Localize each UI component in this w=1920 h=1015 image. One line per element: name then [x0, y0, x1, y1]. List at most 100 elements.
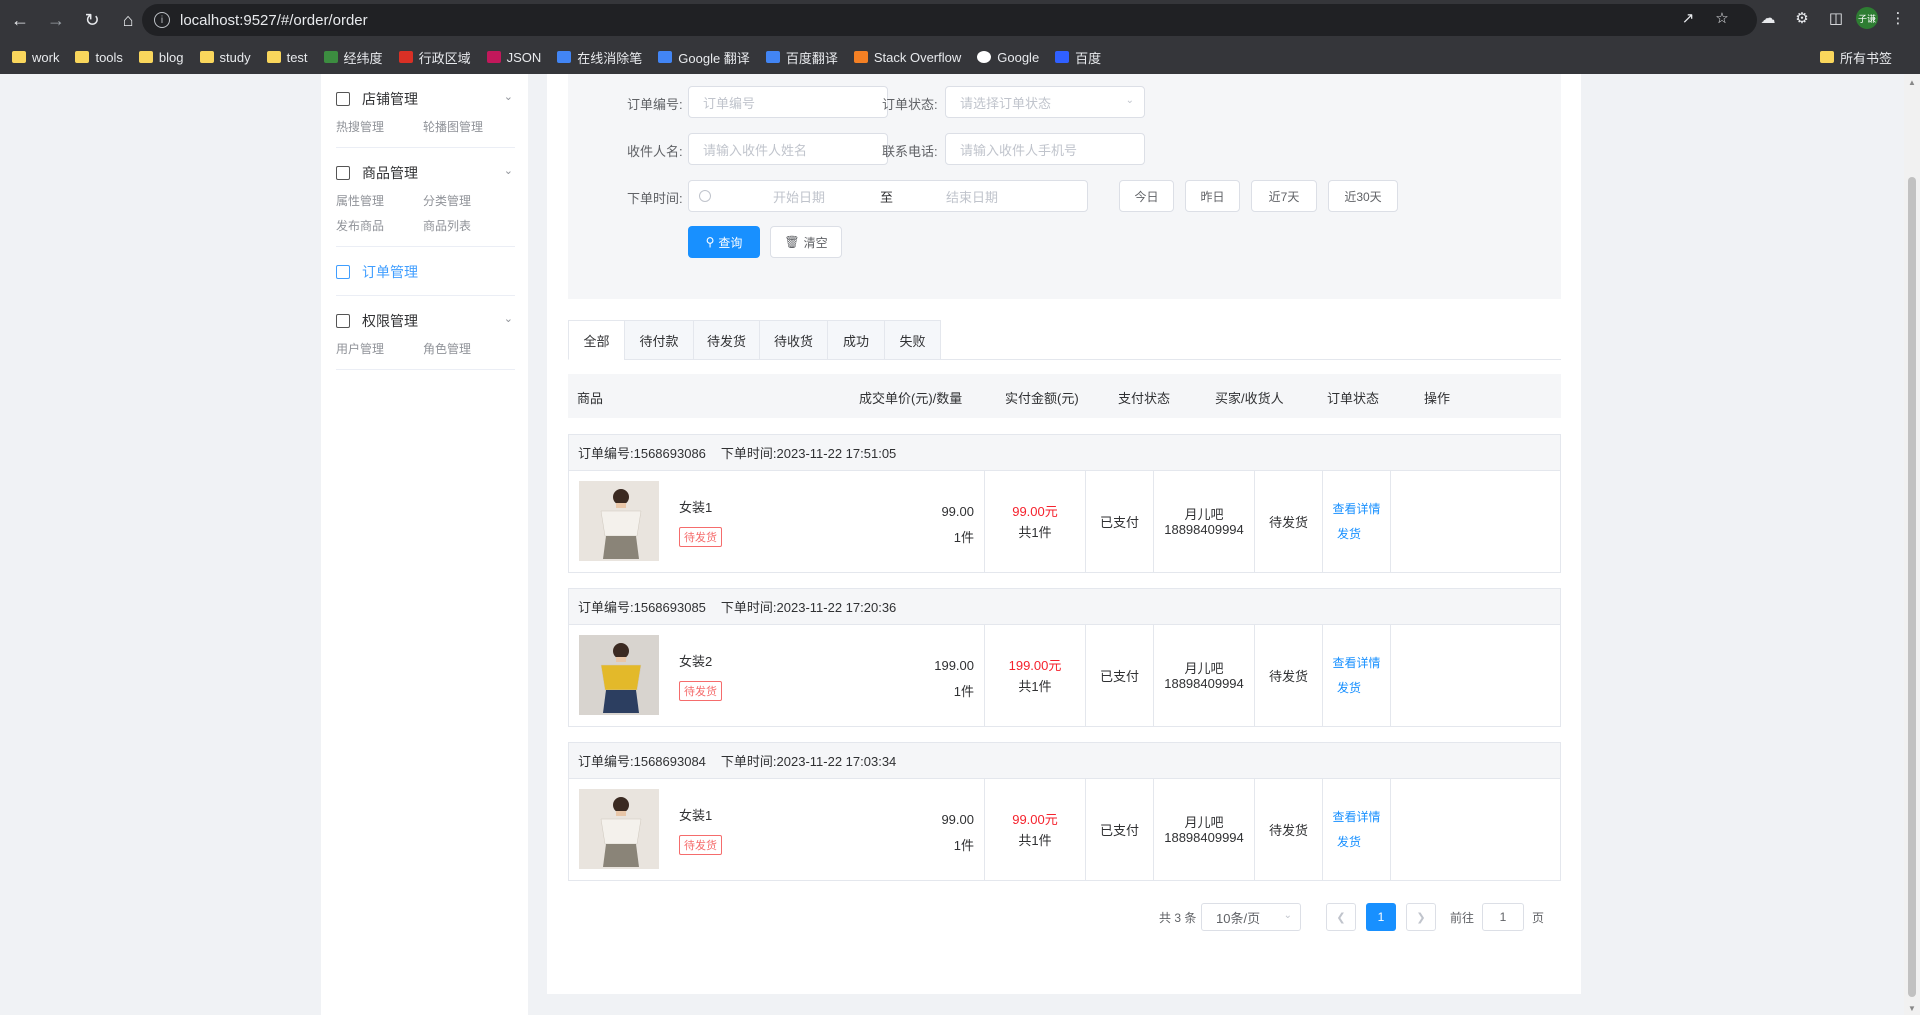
side-panel-icon[interactable]: ◫ [1822, 4, 1850, 32]
share-icon[interactable]: ↗ [1674, 4, 1702, 32]
menu-subitem[interactable]: 属性管理 [336, 192, 423, 209]
bookmark-12[interactable]: Google [977, 50, 1039, 65]
end-date-input[interactable]: 结束日期 [946, 187, 998, 206]
scroll-down-icon[interactable]: ▼ [1908, 1004, 1916, 1013]
menu-subitems: 用户管理 角色管理 [336, 340, 515, 357]
bookmark-11[interactable]: Stack Overflow [853, 50, 961, 65]
ship-link[interactable]: 发货 [1337, 522, 1361, 547]
receiver-input[interactable]: 请输入收件人姓名 [688, 133, 888, 165]
tab-2[interactable]: 待发货 [693, 320, 760, 360]
bookmark-5[interactable]: 经纬度 [323, 48, 383, 67]
page-size-select[interactable]: 10条/页 ⌄ [1201, 903, 1301, 931]
page-number-current[interactable]: 1 [1366, 903, 1396, 931]
menu-subitem[interactable]: 角色管理 [423, 340, 510, 357]
extension-cloud-icon[interactable]: ☁ [1754, 4, 1782, 32]
status-select[interactable]: 请选择订单状态 ⌄ [945, 86, 1145, 118]
product-name[interactable]: 女装1 [679, 805, 712, 824]
star-icon[interactable]: ☆ [1708, 4, 1736, 32]
quick-7days-button[interactable]: 近7天 [1251, 180, 1317, 212]
pagination-total: 共 3 条 [1159, 910, 1197, 925]
ship-link[interactable]: 发货 [1337, 830, 1361, 855]
view-detail-link[interactable]: 查看详情 [1332, 805, 1380, 830]
status-placeholder: 请选择订单状态 [960, 95, 1052, 111]
phone-input[interactable]: 请输入收件人手机号 [945, 133, 1145, 165]
bookmark-1[interactable]: tools [75, 50, 123, 65]
menu-subitem[interactable]: 用户管理 [336, 340, 423, 357]
tab-4[interactable]: 成功 [827, 320, 885, 360]
product-image[interactable] [579, 635, 659, 715]
menu-title-1[interactable]: 商品管理 ⌄ [336, 162, 515, 184]
tab-1[interactable]: 待付款 [624, 320, 694, 360]
pay-status: 已支付 [1099, 515, 1139, 530]
reload-icon[interactable]: ↻ [76, 4, 108, 36]
ship-link[interactable]: 发货 [1337, 676, 1361, 701]
site-info-icon[interactable]: i [154, 12, 170, 28]
home-icon[interactable]: ⌂ [112, 4, 144, 36]
buyer-phone: 18898409994 [1164, 829, 1244, 845]
order-no-input[interactable]: 订单编号 [688, 86, 888, 118]
buyer-phone: 18898409994 [1164, 675, 1244, 691]
page-scrollbar[interactable]: ▲ ▼ [1904, 74, 1920, 1015]
scroll-thumb[interactable] [1908, 177, 1916, 997]
menu-kebab-icon[interactable]: ⋮ [1884, 4, 1912, 32]
goto-label: 前往 [1450, 910, 1475, 925]
bookmark-6[interactable]: 行政区域 [398, 48, 471, 67]
prev-page-button[interactable]: ❮ [1326, 903, 1356, 931]
time-label: 下单时间: [627, 191, 683, 206]
back-icon[interactable]: ← [4, 4, 36, 36]
product-name[interactable]: 女装2 [679, 651, 712, 670]
quick-today-button[interactable]: 今日 [1119, 180, 1174, 212]
tab-0[interactable]: 全部 [568, 320, 625, 360]
address-bar[interactable]: i localhost:9527/#/order/order [142, 4, 1757, 36]
product-status-badge: 待发货 [679, 835, 722, 855]
all-bookmarks[interactable]: 所有书签 [1819, 40, 1908, 74]
menu-subitem[interactable]: 发布商品 [336, 217, 423, 234]
bookmark-10[interactable]: 百度翻译 [765, 48, 838, 67]
menu-subitem[interactable]: 分类管理 [423, 192, 510, 209]
bookmark-3[interactable]: study [199, 50, 251, 65]
quantity: 1件 [953, 684, 974, 699]
forward-icon[interactable]: → [40, 4, 72, 36]
product-image[interactable] [579, 789, 659, 869]
tab-3[interactable]: 待收货 [759, 320, 828, 360]
extensions-puzzle-icon[interactable]: ⚙ [1788, 4, 1816, 32]
menu-title-3[interactable]: 权限管理 ⌄ [336, 310, 515, 332]
chevron-down-icon: ⌄ [503, 91, 513, 103]
menu-subitem[interactable]: 热搜管理 [336, 118, 423, 135]
quick-30days-button[interactable]: 近30天 [1328, 180, 1398, 212]
paid-amount: 199.00元 [1008, 657, 1062, 673]
product-image[interactable] [579, 481, 659, 561]
sidebar: 店铺管理 ⌄ 热搜管理 轮播图管理商品管理 ⌄ 属性管理 分类管理 发布商品 商品列表订单管理权… [321, 74, 528, 1015]
bookmark-0[interactable]: work [12, 50, 59, 65]
tab-5[interactable]: 失败 [884, 320, 941, 360]
next-page-button[interactable]: ❯ [1406, 903, 1436, 931]
actions-cell: 查看详情 发货 [1323, 625, 1391, 726]
scroll-up-icon[interactable]: ▲ [1908, 78, 1916, 87]
goto-page-input[interactable]: 1 [1482, 903, 1524, 931]
bookmark-label: Google 翻译 [678, 50, 750, 66]
menu-title-0[interactable]: 店铺管理 ⌄ [336, 88, 515, 110]
start-date-input[interactable]: 开始日期 [773, 187, 825, 206]
profile-avatar[interactable]: 子谦 [1856, 7, 1878, 29]
clear-button[interactable]: 🗑 清空 [770, 226, 842, 258]
bookmark-13[interactable]: 百度 [1055, 48, 1101, 67]
bookmark-label: work [32, 49, 60, 65]
document-icon [336, 265, 350, 279]
bookmark-9[interactable]: Google 翻译 [658, 48, 750, 67]
bookmark-7[interactable]: JSON [486, 50, 541, 65]
view-detail-link[interactable]: 查看详情 [1332, 651, 1380, 676]
query-button[interactable]: ⚲ 查询 [688, 226, 760, 258]
quick-yesterday-button[interactable]: 昨日 [1185, 180, 1240, 212]
menu-subitem[interactable]: 轮播图管理 [423, 118, 510, 135]
product-name[interactable]: 女装1 [679, 497, 712, 516]
bookmark-2[interactable]: blog [138, 50, 184, 65]
view-detail-link[interactable]: 查看详情 [1332, 497, 1380, 522]
menu-subitem[interactable]: 商品列表 [423, 217, 510, 234]
search-form: 订单编号: 订单编号 订单状态: 请选择订单状态 ⌄ 收件人名: 请输入收件人姓… [568, 74, 1561, 299]
range-separator: 至 [880, 189, 894, 205]
col-unit-price: 成交单价(元)/数量 [859, 391, 963, 406]
menu-title-2[interactable]: 订单管理 [336, 261, 515, 283]
date-range-picker[interactable]: 开始日期 至 结束日期 [688, 180, 1088, 212]
bookmark-8[interactable]: 在线消除笔 [557, 48, 642, 67]
bookmark-4[interactable]: test [266, 50, 308, 65]
